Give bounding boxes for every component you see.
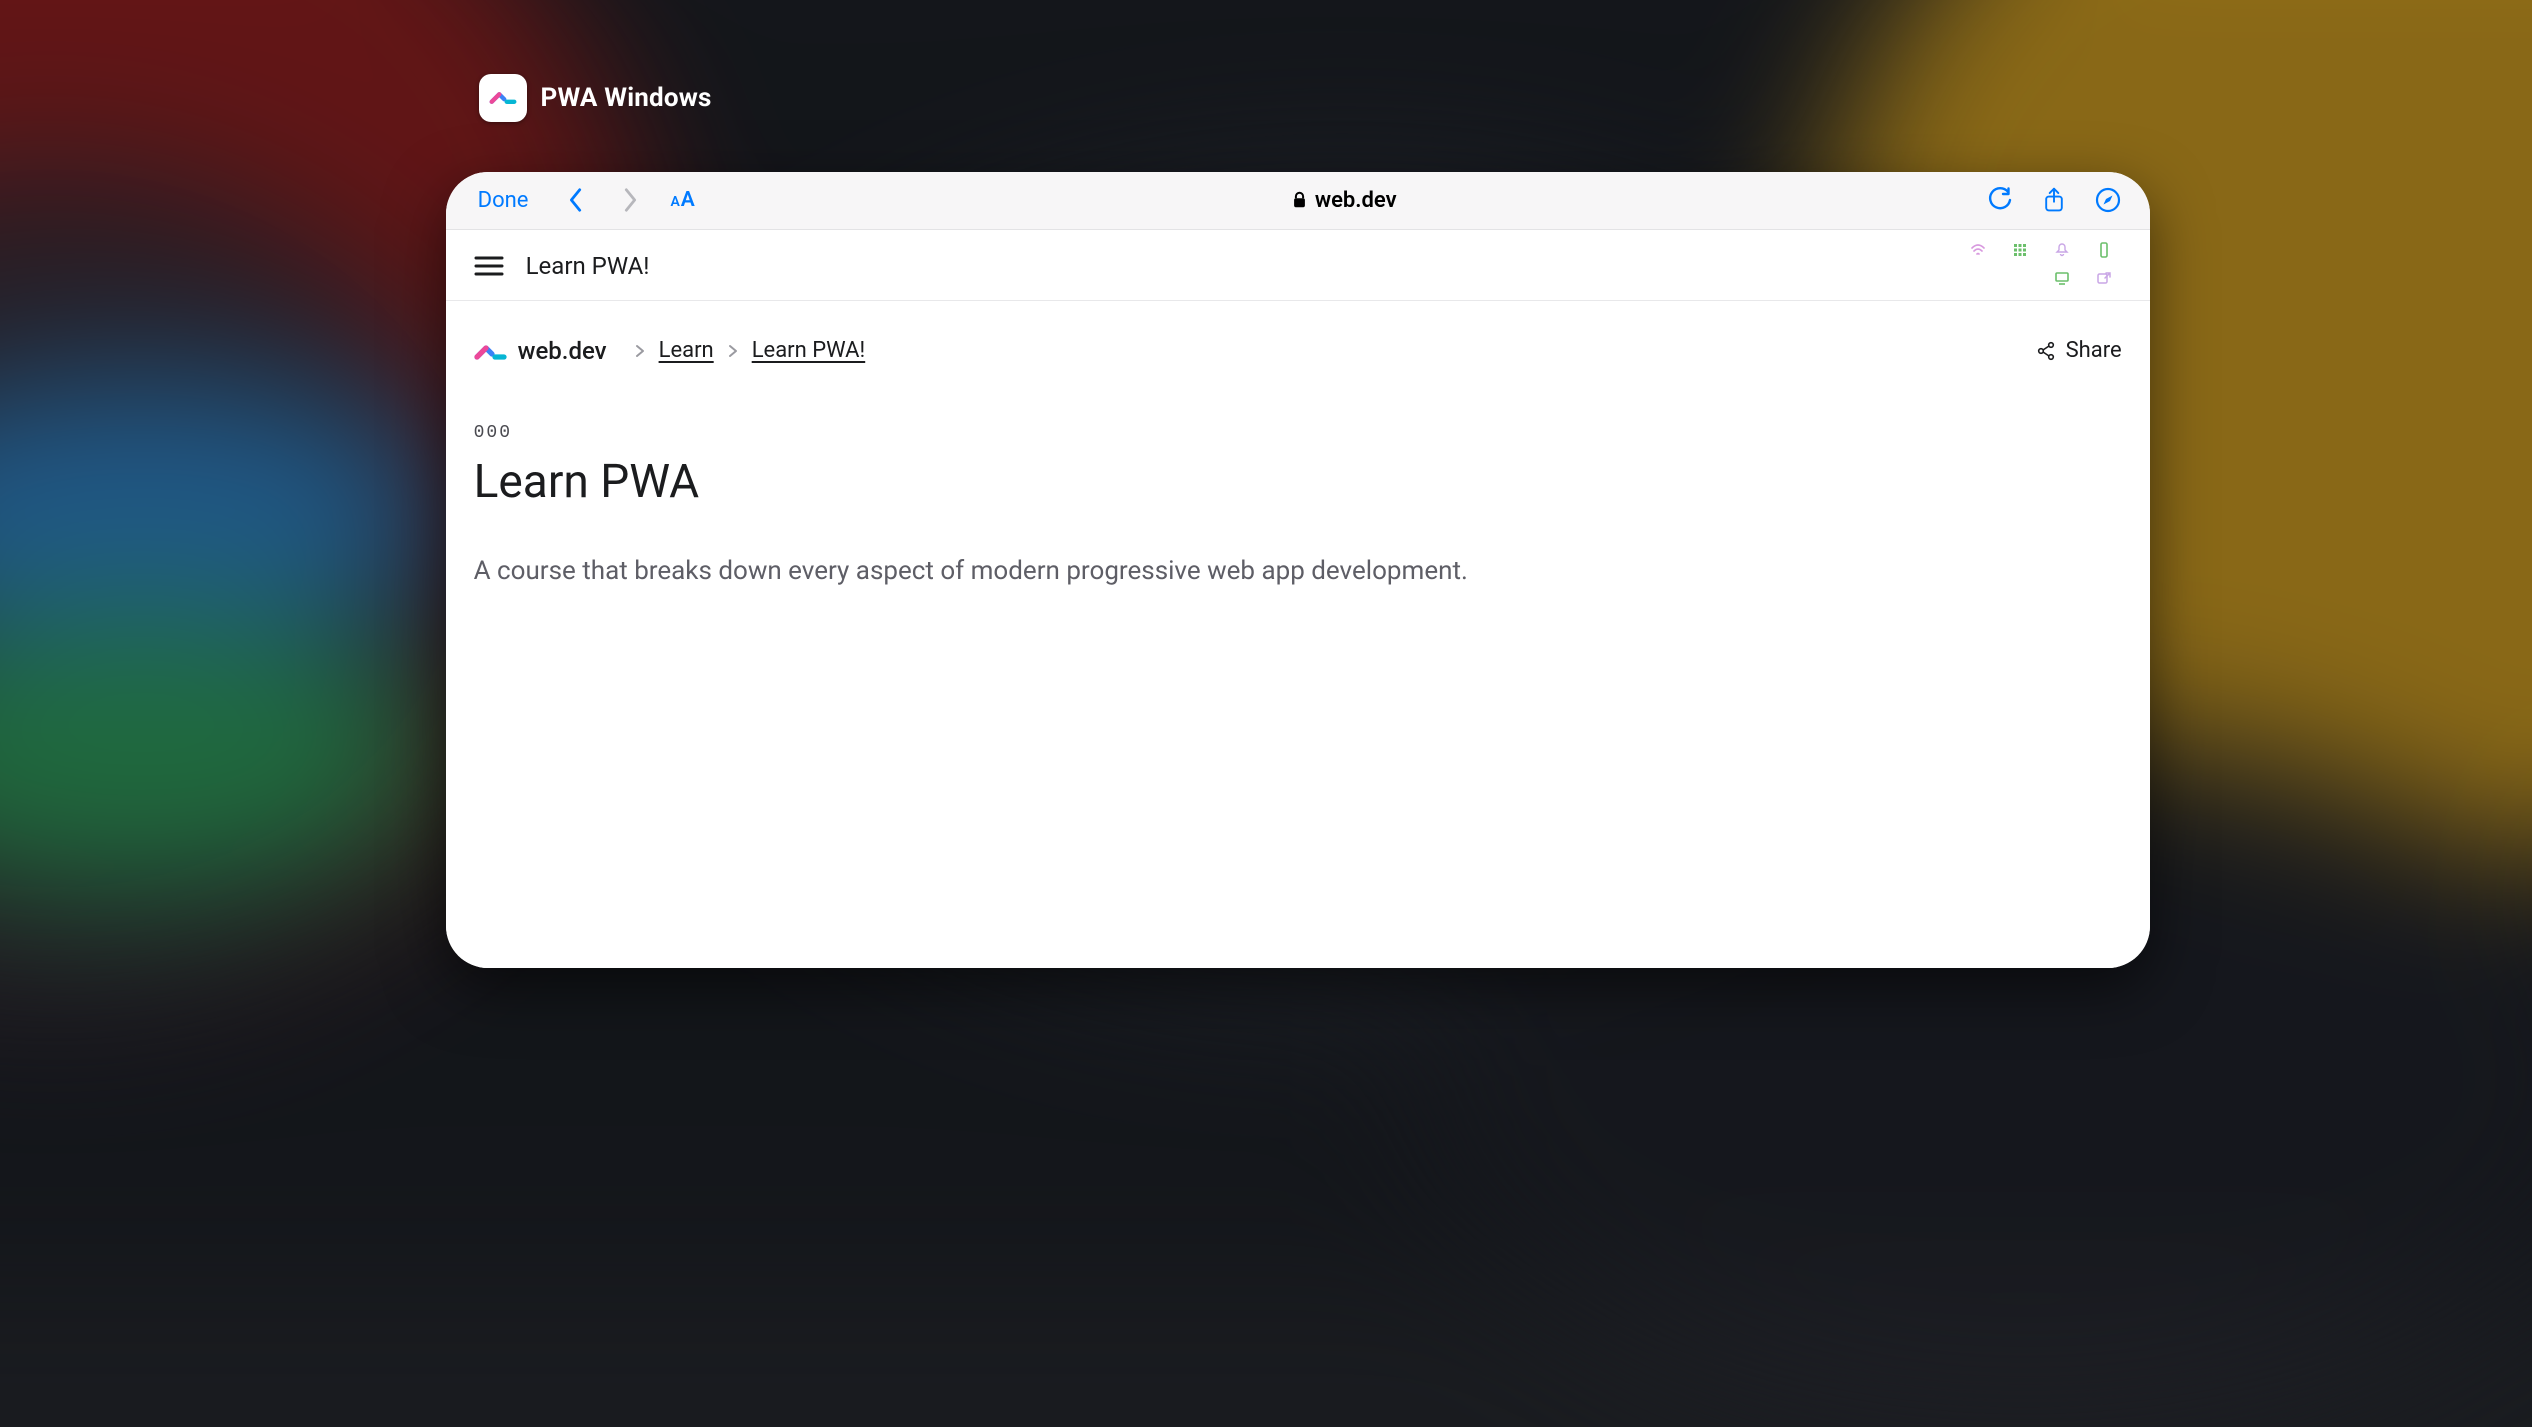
- breadcrumb: web.dev Learn Learn PWA!: [474, 301, 2122, 365]
- page-share-button[interactable]: Share: [2036, 338, 2122, 363]
- wifi-icon: [1969, 241, 1987, 259]
- article-title: Learn PWA: [474, 455, 2122, 509]
- page-content[interactable]: Learn PWA!: [446, 230, 2150, 968]
- text-size-big: A: [681, 188, 695, 212]
- site-logo[interactable]: web.dev: [474, 337, 607, 365]
- reload-icon: [1987, 187, 2013, 213]
- chevron-right-icon: [728, 344, 738, 358]
- desktop-icon: [2053, 269, 2071, 287]
- hamburger-icon: [474, 254, 504, 278]
- text-size-button[interactable]: A A: [662, 188, 702, 212]
- text-size-small: A: [670, 194, 679, 210]
- chevron-right-icon: [635, 344, 645, 358]
- chapter-number: 000: [474, 423, 2122, 443]
- article: web.dev Learn Learn PWA!: [446, 301, 2150, 591]
- share-icon: [2041, 187, 2067, 213]
- url-bar[interactable]: web.dev: [713, 188, 1976, 213]
- reload-button[interactable]: [1986, 186, 2014, 214]
- bell-icon: [2053, 241, 2071, 259]
- arrow-out-icon: [2095, 269, 2113, 287]
- grid-icon: [2011, 241, 2029, 259]
- url-host: web.dev: [1315, 188, 1397, 213]
- chevron-right-icon: [621, 187, 639, 213]
- mobile-icon: [2095, 241, 2113, 259]
- status-indicators: [1960, 238, 2122, 290]
- open-in-safari-button[interactable]: [2094, 186, 2122, 214]
- site-name: web.dev: [518, 337, 607, 365]
- app-icon: [479, 74, 527, 122]
- lock-icon: [1292, 191, 1307, 209]
- share-nodes-icon: [2036, 341, 2056, 361]
- breadcrumb-link-learn-pwa[interactable]: Learn PWA!: [752, 338, 866, 363]
- share-button[interactable]: [2040, 186, 2068, 214]
- article-description: A course that breaks down every aspect o…: [474, 551, 1957, 591]
- webdev-logo-icon: [474, 337, 510, 365]
- forward-button: [608, 178, 652, 222]
- page-header-title: Learn PWA!: [526, 252, 650, 280]
- breadcrumb-link-learn[interactable]: Learn: [659, 338, 714, 363]
- safari-toolbar: Done A A: [446, 172, 2150, 230]
- app-title: PWA Windows: [541, 83, 712, 113]
- app-switcher-header: PWA Windows: [479, 74, 712, 122]
- chevron-left-icon: [567, 187, 585, 213]
- menu-button[interactable]: [474, 254, 504, 278]
- done-button[interactable]: Done: [478, 188, 545, 213]
- compass-icon: [2095, 187, 2121, 213]
- safari-card[interactable]: Done A A: [446, 172, 2150, 968]
- back-button[interactable]: [554, 178, 598, 222]
- page-site-header: Learn PWA!: [446, 230, 2150, 301]
- share-label: Share: [2066, 338, 2122, 363]
